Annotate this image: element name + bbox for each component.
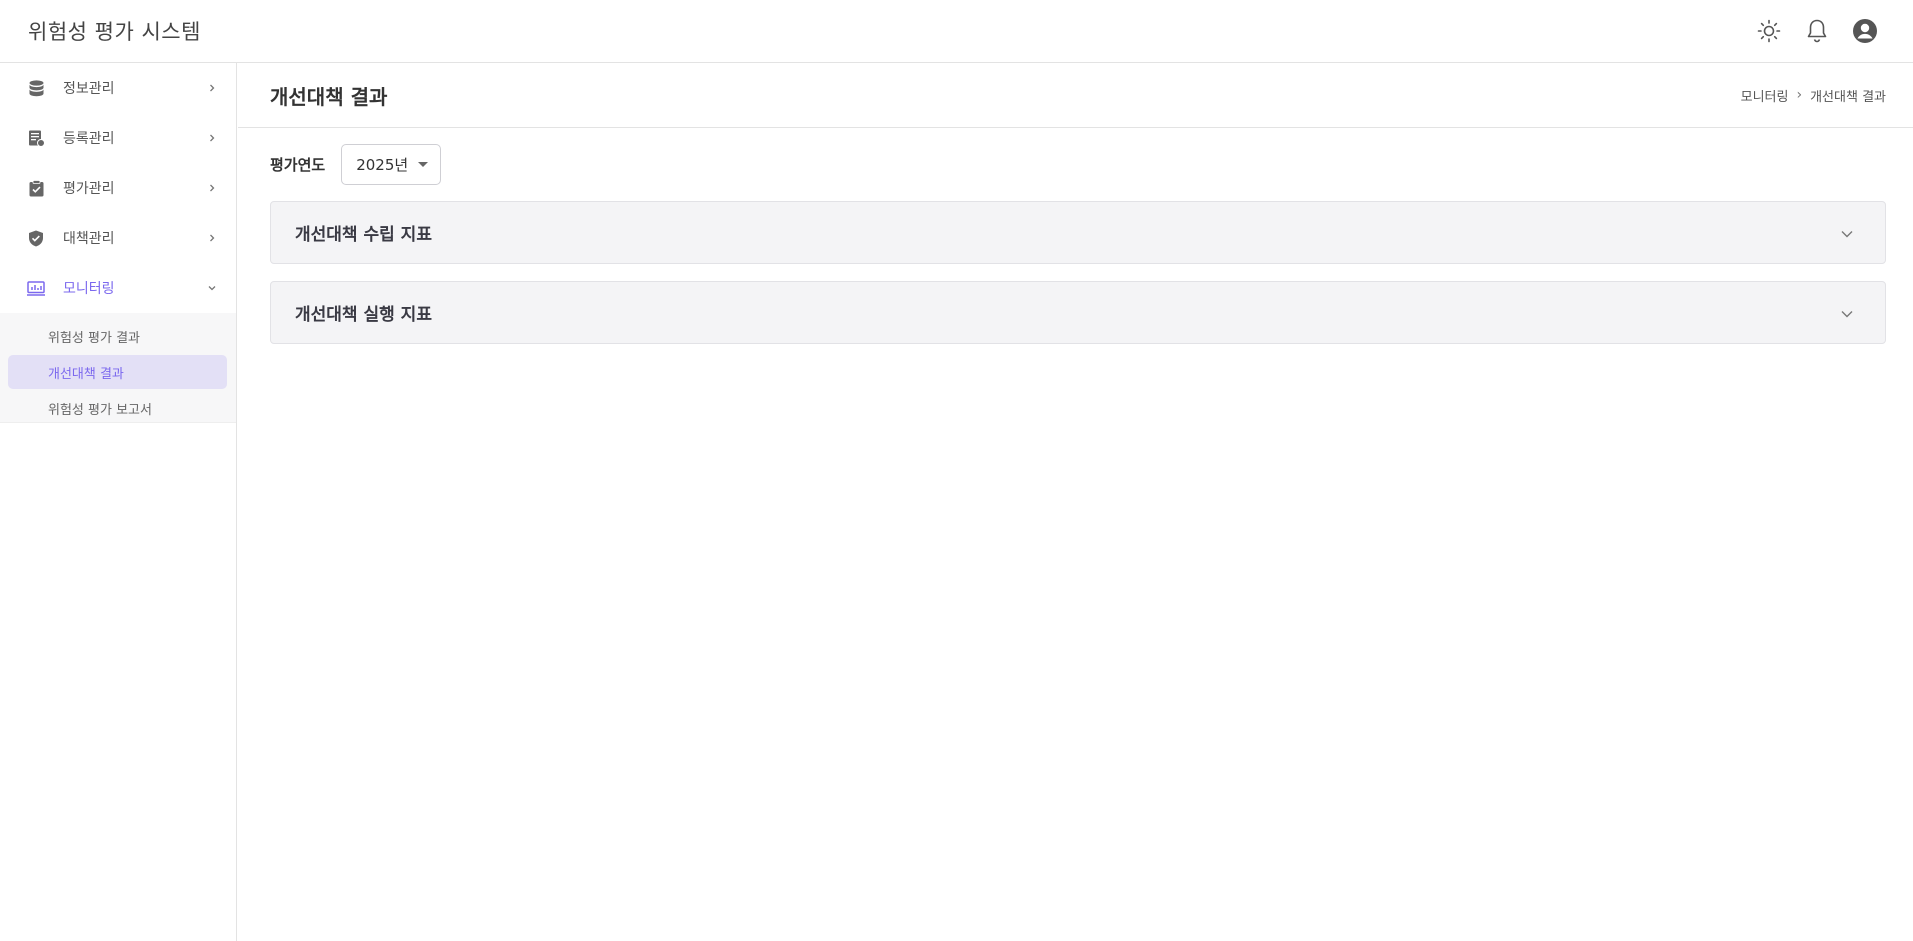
sidebar-item-evaluation-management[interactable]: 평가관리 xyxy=(0,163,236,213)
sidebar-item-monitoring[interactable]: 모니터링 xyxy=(0,263,236,313)
caret-down-icon xyxy=(418,162,429,167)
page-title: 개선대책 결과 xyxy=(270,84,388,109)
breadcrumb-item-monitoring[interactable]: 모니터링 xyxy=(1741,86,1789,105)
shield-check-icon xyxy=(27,229,45,247)
sidebar-item-label: 대책관리 xyxy=(63,231,115,247)
sidebar-item-info-management[interactable]: 정보관리 xyxy=(0,63,236,113)
accordion-title: 개선대책 실행 지표 xyxy=(295,305,432,325)
breadcrumb-separator: › xyxy=(1796,87,1803,103)
monitor-chart-icon xyxy=(27,279,45,297)
chevron-right-icon xyxy=(206,182,218,194)
sidebar-item-label: 등록관리 xyxy=(63,131,115,147)
sidebar-item-label: 평가관리 xyxy=(63,181,115,197)
monitoring-submenu: 위험성 평가 결과 개선대책 결과 위험성 평가 보고서 xyxy=(0,313,236,423)
sidebar: 정보관리 등록관리 평가관리 대책관리 모니터링 위험성 평가 결과 개선대책 … xyxy=(0,63,237,941)
user-avatar-icon[interactable] xyxy=(1850,16,1880,46)
chevron-right-icon xyxy=(206,82,218,94)
accordion-title: 개선대책 수립 지표 xyxy=(295,225,432,245)
sidebar-item-label: 정보관리 xyxy=(63,81,115,97)
submenu-item-risk-assessment-report[interactable]: 위험성 평가 보고서 xyxy=(8,391,227,425)
chevron-down-icon xyxy=(1841,303,1853,322)
submenu-item-risk-assessment-result[interactable]: 위험성 평가 결과 xyxy=(8,319,227,353)
breadcrumb-item-current: 개선대책 결과 xyxy=(1810,89,1886,105)
submenu-item-improvement-result[interactable]: 개선대책 결과 xyxy=(8,355,227,389)
chevron-right-icon xyxy=(206,132,218,144)
year-select-value: 2025년 xyxy=(356,156,409,174)
accordion-improvement-execution[interactable]: 개선대책 실행 지표 xyxy=(270,281,1886,344)
sidebar-item-measure-management[interactable]: 대책관리 xyxy=(0,213,236,263)
year-filter-label: 평가연도 xyxy=(270,156,326,174)
registration-icon xyxy=(27,129,45,147)
app-title: 위험성 평가 시스템 xyxy=(28,20,201,44)
top-bar: 위험성 평가 시스템 xyxy=(0,0,1913,63)
database-icon xyxy=(27,79,45,97)
breadcrumb: 모니터링 › 개선대책 결과 xyxy=(1741,86,1886,105)
page-header: 개선대책 결과 모니터링 › 개선대책 결과 xyxy=(238,63,1913,128)
sidebar-item-registration-management[interactable]: 등록관리 xyxy=(0,113,236,163)
chevron-down-icon xyxy=(206,282,218,294)
chevron-right-icon xyxy=(206,232,218,244)
header-actions xyxy=(1754,16,1885,46)
bell-icon[interactable] xyxy=(1802,16,1832,46)
clipboard-check-icon xyxy=(27,179,45,197)
main-content: 개선대책 결과 모니터링 › 개선대책 결과 평가연도 2025년 개선대책 수… xyxy=(238,63,1913,941)
chevron-down-icon xyxy=(1841,223,1853,242)
accordion-improvement-planning[interactable]: 개선대책 수립 지표 xyxy=(270,201,1886,264)
sun-icon[interactable] xyxy=(1754,16,1784,46)
year-select[interactable]: 2025년 xyxy=(341,144,442,185)
filter-row: 평가연도 2025년 xyxy=(238,128,1913,185)
sidebar-item-label: 모니터링 xyxy=(63,281,115,297)
